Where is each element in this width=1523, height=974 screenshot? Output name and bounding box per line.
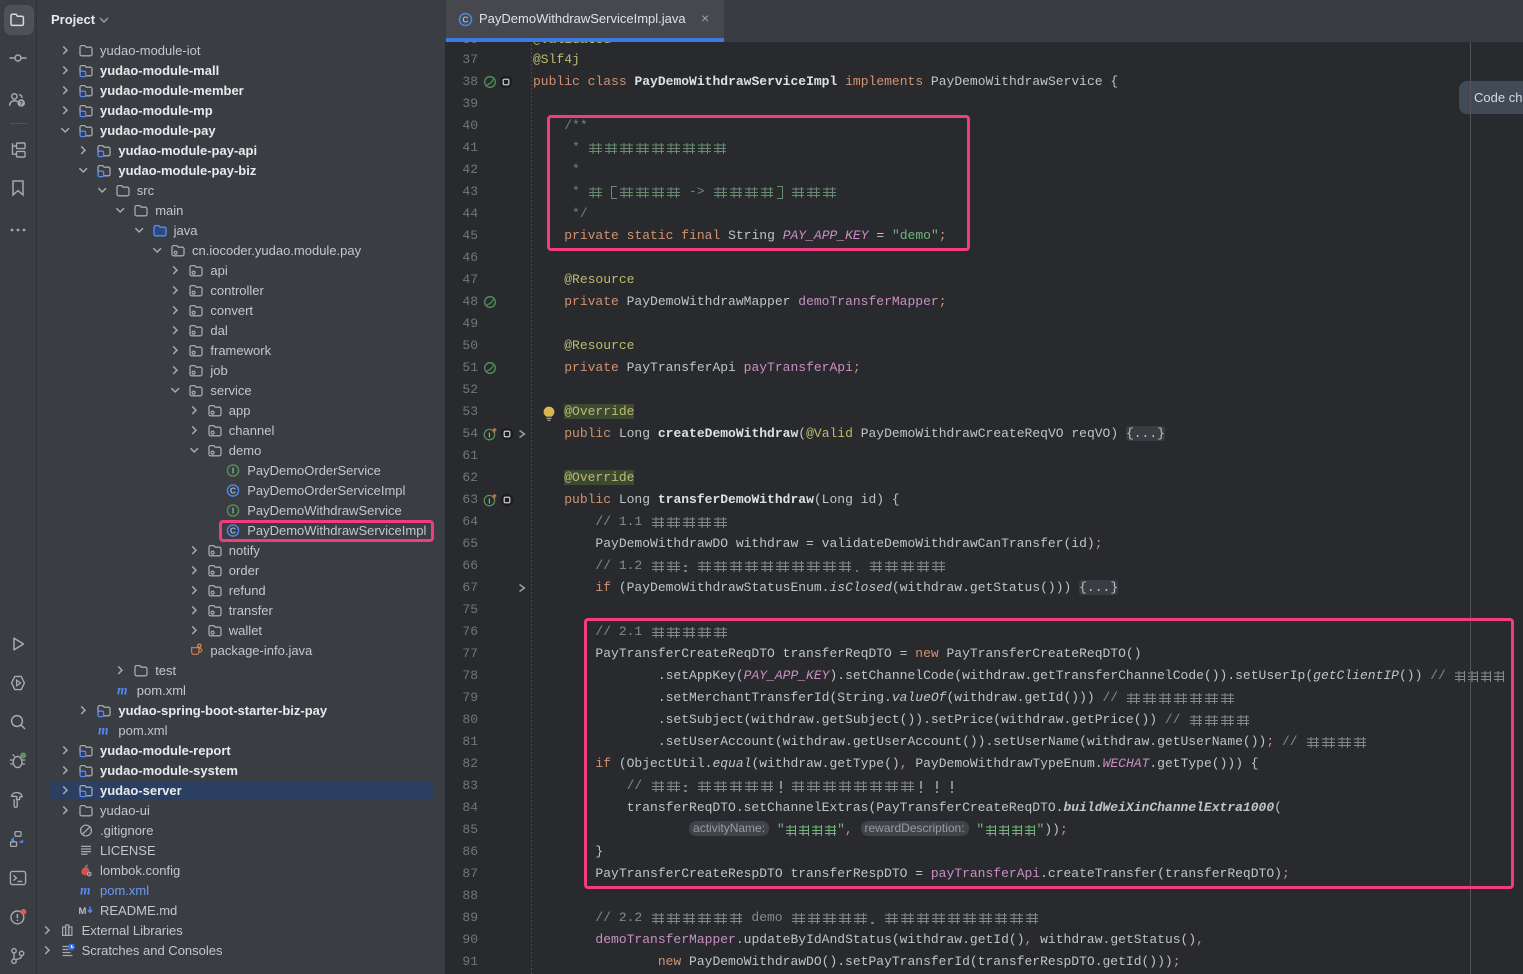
svg-text:I: I: [232, 506, 234, 516]
svg-text:m: m: [117, 683, 128, 698]
svg-text:C: C: [462, 15, 468, 25]
svg-text:I: I: [488, 496, 490, 505]
svg-text:C: C: [230, 486, 236, 496]
svg-text:m: m: [80, 883, 91, 898]
svg-text:?: ?: [19, 101, 23, 108]
svg-text:M: M: [79, 906, 87, 917]
svg-text:I: I: [232, 466, 234, 476]
svg-text:I: I: [488, 430, 490, 439]
svg-text:m: m: [98, 723, 109, 738]
